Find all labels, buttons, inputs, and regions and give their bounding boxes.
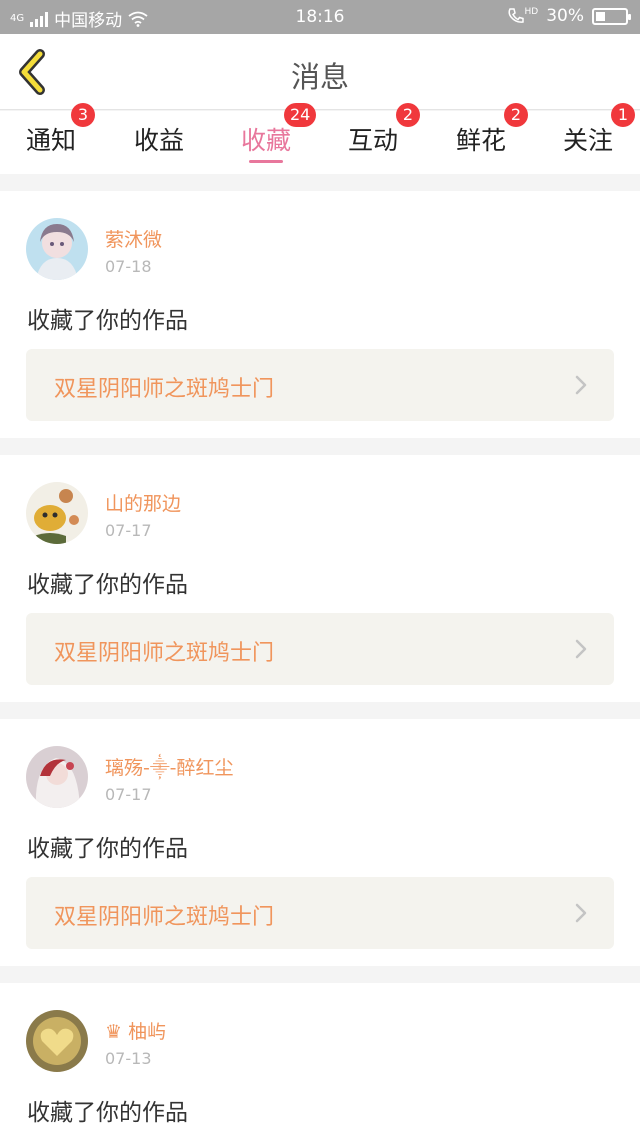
action-text: 收藏了你的作品: [27, 308, 188, 334]
avatar[interactable]: [26, 746, 88, 808]
list-item: 萦沐微 07-18 收藏了你的作品 双星阴阳师之斑鸠士门: [0, 191, 640, 438]
message-date: 07-18: [105, 257, 152, 276]
work-link[interactable]: 双星阴阳师之斑鸠士门: [26, 877, 614, 949]
status-right: HD 30%: [507, 6, 631, 26]
user-name[interactable]: ♛ 柚屿: [105, 1017, 166, 1044]
tab-favorites[interactable]: 收藏 24: [216, 103, 317, 174]
battery-percent: 30%: [546, 6, 584, 26]
tab-label: 收益: [133, 126, 184, 155]
avatar[interactable]: [26, 1010, 88, 1072]
tab-earnings[interactable]: 收益: [109, 111, 209, 174]
user-name[interactable]: 萦沐微: [105, 225, 162, 252]
battery-level: [596, 11, 605, 21]
user-name[interactable]: 山的那边: [105, 489, 181, 516]
hd-call-icon: HD: [507, 7, 539, 25]
active-tab-indicator: [249, 160, 283, 163]
nav-bar: 消息: [0, 34, 640, 110]
action-text: 收藏了你的作品: [27, 572, 188, 598]
tab-flowers[interactable]: 鲜花 2: [431, 103, 531, 174]
tab-notice[interactable]: 通知 3: [1, 103, 101, 174]
work-title: 双星阴阳师之斑鸠士门: [54, 641, 275, 666]
unread-badge: 3: [71, 103, 95, 127]
tab-follow[interactable]: 关注 1: [538, 103, 638, 174]
work-title: 双星阴阳师之斑鸠士门: [54, 377, 275, 402]
tab-interaction[interactable]: 互动 2: [323, 103, 423, 174]
avatar[interactable]: [26, 218, 88, 280]
avatar[interactable]: [26, 482, 88, 544]
unread-badge: 24: [284, 103, 317, 127]
message-date: 07-17: [105, 785, 152, 804]
work-title: 双星阴阳师之斑鸠士门: [54, 905, 275, 930]
action-text: 收藏了你的作品: [27, 836, 188, 862]
work-link[interactable]: 双星阴阳师之斑鸠士门: [26, 613, 614, 685]
list-item: 山的那边 07-17 收藏了你的作品 双星阴阳师之斑鸠士门: [0, 455, 640, 702]
work-link[interactable]: 双星阴阳师之斑鸠士门: [26, 349, 614, 421]
unread-badge: 2: [504, 103, 528, 127]
chevron-right-icon: [575, 375, 587, 395]
unread-badge: 1: [611, 103, 635, 127]
page-title: 消息: [290, 60, 349, 94]
chevron-right-icon: [575, 639, 587, 659]
status-bar: 4G 中国移动 18:16 HD 30%: [0, 0, 640, 34]
hd-label: HD: [524, 7, 539, 17]
list-item: ♛ 柚屿 07-13 收藏了你的作品: [0, 983, 640, 1138]
tab-bar: 通知 3 收益 收藏 24 互动 2 鲜花 2 关注 1: [0, 103, 640, 174]
chevron-right-icon: [575, 903, 587, 923]
message-date: 07-17: [105, 521, 152, 540]
list-item: 璃殇-⸎-醉红尘 07-17 收藏了你的作品 双星阴阳师之斑鸠士门: [0, 719, 640, 966]
action-text: 收藏了你的作品: [27, 1100, 188, 1126]
user-name[interactable]: 璃殇-⸎-醉红尘: [105, 753, 234, 780]
battery-icon: [592, 7, 631, 25]
unread-badge: 2: [396, 103, 420, 127]
message-date: 07-13: [105, 1049, 152, 1068]
